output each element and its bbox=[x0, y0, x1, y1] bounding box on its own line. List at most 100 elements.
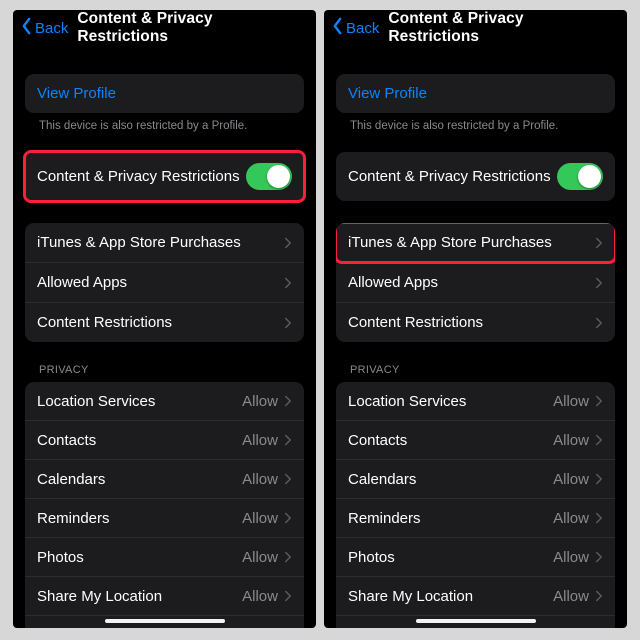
chevron-left-icon bbox=[330, 17, 346, 39]
photos-row[interactable]: Photos Allow bbox=[336, 537, 615, 576]
chevron-right-icon bbox=[595, 395, 603, 407]
row-value: Allow bbox=[553, 471, 589, 488]
chevron-right-icon bbox=[284, 590, 292, 602]
row-label: Bluetooth Sharing bbox=[348, 627, 467, 629]
chevron-right-icon bbox=[284, 434, 292, 446]
row-label: Reminders bbox=[348, 510, 421, 527]
contacts-row[interactable]: Contacts Allow bbox=[336, 420, 615, 459]
content-privacy-toggle-row[interactable]: Content & Privacy Restrictions bbox=[25, 152, 304, 201]
profile-footer: This device is also restricted by a Prof… bbox=[336, 113, 615, 132]
reminders-row[interactable]: Reminders Allow bbox=[336, 498, 615, 537]
toggle-label: Content & Privacy Restrictions bbox=[348, 168, 551, 185]
row-label: Photos bbox=[37, 549, 84, 566]
row-label: Content Restrictions bbox=[348, 314, 483, 331]
row-value: Allow bbox=[242, 510, 278, 527]
home-indicator[interactable] bbox=[105, 619, 225, 623]
row-label: Reminders bbox=[37, 510, 110, 527]
view-profile-label: View Profile bbox=[37, 85, 116, 102]
screenshot-right: Back Content & Privacy Restrictions View… bbox=[324, 10, 627, 628]
toggle-switch[interactable] bbox=[246, 163, 292, 190]
calendars-row[interactable]: Calendars Allow bbox=[25, 459, 304, 498]
calendars-row[interactable]: Calendars Allow bbox=[336, 459, 615, 498]
allowed-apps-row[interactable]: Allowed Apps bbox=[336, 262, 615, 302]
row-label: iTunes & App Store Purchases bbox=[348, 234, 552, 251]
row-label: Photos bbox=[348, 549, 395, 566]
nav-bar: Back Content & Privacy Restrictions bbox=[13, 10, 316, 44]
back-button[interactable]: Back bbox=[330, 17, 379, 39]
content-restrictions-row[interactable]: Content Restrictions bbox=[336, 302, 615, 342]
row-label: Content Restrictions bbox=[37, 314, 172, 331]
location-services-row[interactable]: Location Services Allow bbox=[336, 382, 615, 420]
profile-footer: This device is also restricted by a Prof… bbox=[25, 113, 304, 132]
back-label: Back bbox=[35, 20, 68, 37]
photos-row[interactable]: Photos Allow bbox=[25, 537, 304, 576]
row-label: Location Services bbox=[37, 393, 155, 410]
row-value: Allow bbox=[242, 393, 278, 410]
row-label: Calendars bbox=[37, 471, 105, 488]
chevron-right-icon bbox=[284, 395, 292, 407]
row-value: Allow bbox=[242, 588, 278, 605]
row-label: Calendars bbox=[348, 471, 416, 488]
row-value: Allow bbox=[553, 432, 589, 449]
chevron-right-icon bbox=[284, 317, 292, 329]
row-value: Allow bbox=[242, 627, 278, 629]
itunes-purchases-row[interactable]: iTunes & App Store Purchases bbox=[25, 223, 304, 262]
privacy-header: PRIVACY bbox=[336, 364, 615, 382]
page-title: Content & Privacy Restrictions bbox=[77, 10, 306, 46]
row-value: Allow bbox=[553, 393, 589, 410]
chevron-right-icon bbox=[595, 473, 603, 485]
row-value: Allow bbox=[553, 549, 589, 566]
chevron-right-icon bbox=[595, 512, 603, 524]
toggle-switch[interactable] bbox=[557, 163, 603, 190]
privacy-header: PRIVACY bbox=[25, 364, 304, 382]
chevron-right-icon bbox=[595, 277, 603, 289]
privacy-group: Location Services Allow Contacts Allow C… bbox=[25, 382, 304, 628]
chevron-right-icon bbox=[284, 512, 292, 524]
row-label: Allowed Apps bbox=[37, 274, 127, 291]
row-value: Allow bbox=[242, 549, 278, 566]
row-label: iTunes & App Store Purchases bbox=[37, 234, 241, 251]
allowed-apps-row[interactable]: Allowed Apps bbox=[25, 262, 304, 302]
chevron-right-icon bbox=[284, 473, 292, 485]
row-label: Allowed Apps bbox=[348, 274, 438, 291]
chevron-left-icon bbox=[19, 17, 35, 39]
content-restrictions-row[interactable]: Content Restrictions bbox=[25, 302, 304, 342]
view-profile-cell[interactable]: View Profile bbox=[336, 74, 615, 113]
reminders-row[interactable]: Reminders Allow bbox=[25, 498, 304, 537]
itunes-purchases-row[interactable]: iTunes & App Store Purchases bbox=[336, 223, 615, 262]
chevron-right-icon bbox=[595, 434, 603, 446]
chevron-right-icon bbox=[595, 590, 603, 602]
row-label: Contacts bbox=[348, 432, 407, 449]
chevron-right-icon bbox=[595, 551, 603, 563]
purchases-group: iTunes & App Store Purchases Allowed App… bbox=[336, 223, 615, 342]
screenshot-left: Back Content & Privacy Restrictions View… bbox=[13, 10, 316, 628]
toggle-label: Content & Privacy Restrictions bbox=[37, 168, 240, 185]
share-location-row[interactable]: Share My Location Allow bbox=[336, 576, 615, 615]
chevron-right-icon bbox=[284, 551, 292, 563]
row-label: Bluetooth Sharing bbox=[37, 627, 156, 629]
location-services-row[interactable]: Location Services Allow bbox=[25, 382, 304, 420]
row-value: Allow bbox=[553, 627, 589, 629]
chevron-right-icon bbox=[284, 277, 292, 289]
view-profile-label: View Profile bbox=[348, 85, 427, 102]
view-profile-cell[interactable]: View Profile bbox=[25, 74, 304, 113]
content-privacy-toggle-row[interactable]: Content & Privacy Restrictions bbox=[336, 152, 615, 201]
row-value: Allow bbox=[553, 510, 589, 527]
row-label: Share My Location bbox=[37, 588, 162, 605]
share-location-row[interactable]: Share My Location Allow bbox=[25, 576, 304, 615]
chevron-right-icon bbox=[595, 317, 603, 329]
contacts-row[interactable]: Contacts Allow bbox=[25, 420, 304, 459]
back-label: Back bbox=[346, 20, 379, 37]
chevron-right-icon bbox=[284, 237, 292, 249]
privacy-group: Location Services Allow Contacts Allow C… bbox=[336, 382, 615, 628]
row-label: Location Services bbox=[348, 393, 466, 410]
row-value: Allow bbox=[242, 432, 278, 449]
nav-bar: Back Content & Privacy Restrictions bbox=[324, 10, 627, 44]
row-value: Allow bbox=[553, 588, 589, 605]
purchases-group: iTunes & App Store Purchases Allowed App… bbox=[25, 223, 304, 342]
home-indicator[interactable] bbox=[416, 619, 536, 623]
page-title: Content & Privacy Restrictions bbox=[388, 10, 617, 46]
row-label: Contacts bbox=[37, 432, 96, 449]
row-value: Allow bbox=[242, 471, 278, 488]
back-button[interactable]: Back bbox=[19, 17, 68, 39]
